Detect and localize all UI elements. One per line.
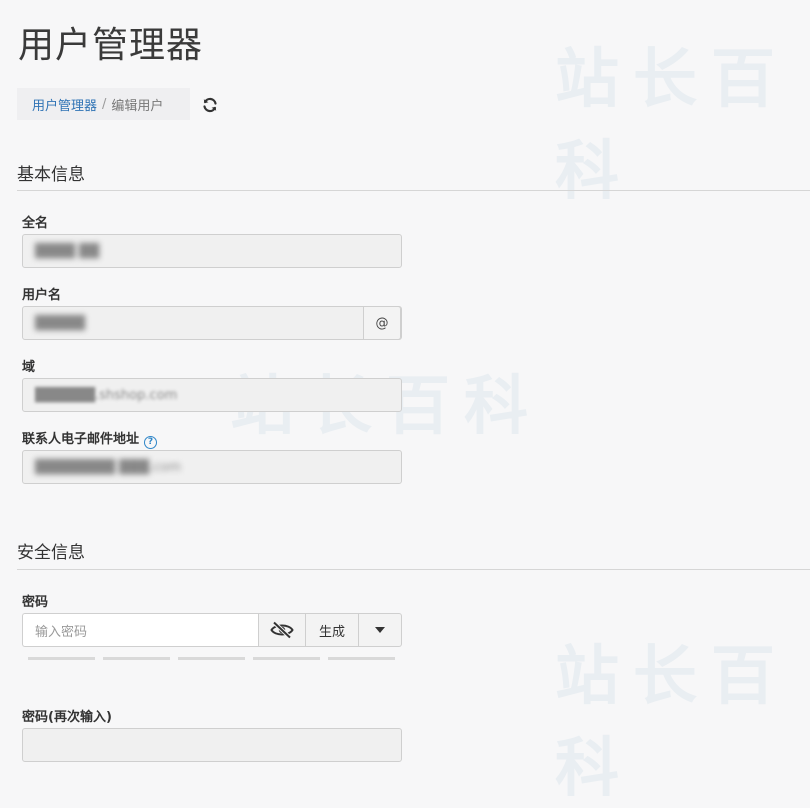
password-input[interactable]: 输入密码 [22, 613, 258, 647]
watermark-logo: 站长百科 [555, 43, 789, 209]
full-name-label: 全名 [22, 216, 49, 231]
watermark-logo: 站长百科 [555, 640, 789, 806]
contact-email-label-text: 联系人电子邮件地址 [22, 432, 140, 447]
full-name-value: ████ ██ [35, 243, 100, 259]
username-at-addon: @ [363, 306, 401, 340]
domain-field[interactable]: ██████.shshop.com [22, 378, 402, 412]
toggle-password-visibility-button[interactable] [258, 613, 306, 647]
password-confirm-field[interactable] [22, 728, 402, 762]
strength-segment [178, 657, 245, 660]
password-label: 密码 [22, 595, 49, 610]
username-value: █████ [35, 315, 85, 331]
contact-email-label: 联系人电子邮件地址? [22, 428, 158, 449]
contact-email-field[interactable]: ████████ ███.com [22, 450, 402, 484]
breadcrumb: 用户管理器 / 编辑用户 [17, 88, 190, 120]
strength-segment [103, 657, 170, 660]
refresh-icon [203, 97, 217, 113]
strength-segment [253, 657, 320, 660]
domain-label: 域 [22, 360, 36, 375]
username-field[interactable]: █████ @ [22, 306, 402, 340]
username-label: 用户名 [22, 288, 62, 303]
contact-email-value: ████████ ███.com [35, 459, 182, 475]
section-divider [17, 569, 810, 570]
full-name-field[interactable]: ████ ██ [22, 234, 402, 268]
domain-value: ██████.shshop.com [35, 387, 178, 403]
eye-slash-icon [270, 621, 294, 639]
strength-segment [28, 657, 95, 660]
section-title-basic-info: 基本信息 [17, 165, 85, 185]
password-strength-meter [28, 657, 395, 660]
question-circle-icon[interactable]: ? [144, 435, 158, 449]
breadcrumb-current: 编辑用户 [111, 98, 164, 114]
password-input-group: 输入密码 生成 [22, 613, 402, 647]
password-options-dropdown-button[interactable] [358, 613, 402, 647]
page-title: 用户管理器 [18, 25, 204, 66]
caret-down-icon [375, 627, 385, 633]
section-title-security-info: 安全信息 [17, 543, 85, 563]
password-confirm-label: 密码(再次输入) [22, 710, 112, 725]
section-divider [17, 190, 810, 191]
breadcrumb-separator: / [102, 96, 107, 112]
strength-segment [328, 657, 395, 660]
password-placeholder: 输入密码 [35, 624, 88, 640]
generate-password-button[interactable]: 生成 [305, 613, 359, 647]
refresh-button[interactable] [201, 96, 219, 114]
breadcrumb-link-user-manager[interactable]: 用户管理器 [32, 95, 97, 114]
